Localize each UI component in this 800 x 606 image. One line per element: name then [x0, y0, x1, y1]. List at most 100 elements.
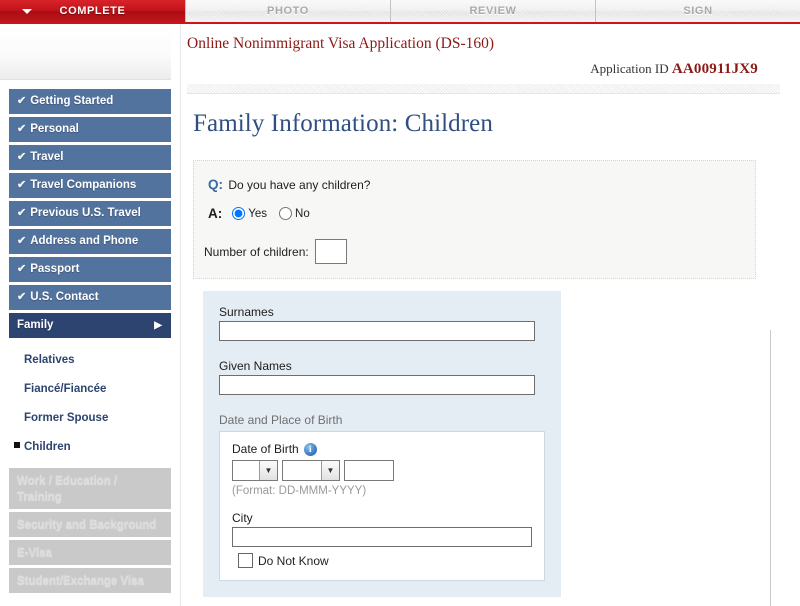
radio-has-children-yes-label: Yes: [248, 207, 268, 220]
radio-has-children-no[interactable]: No: [279, 207, 310, 220]
sidebar-item-address-and-phone[interactable]: ✔ Address and Phone: [9, 229, 171, 254]
sidebar-nav: ✔ Getting Started ✔ Personal ✔ Travel ✔ Trav…: [0, 80, 180, 593]
do-not-know-label: Do Not Know: [258, 553, 329, 568]
sidebar-item-label: Travel: [30, 151, 64, 163]
header-divider: [187, 84, 780, 94]
app-title: Online Nonimmigrant Visa Application (DS…: [187, 35, 495, 52]
question-row: Q: Do you have any children?: [208, 177, 755, 192]
logo-area: [0, 24, 171, 80]
sidebar-item-previous-us-travel[interactable]: ✔ Previous U.S. Travel: [9, 201, 171, 226]
sidebar-item-security-and-background: Security and Background: [9, 512, 171, 537]
question-panel: Q: Do you have any children? A: Yes No N…: [193, 160, 756, 279]
sidebar-subitem-label: Relatives: [24, 354, 75, 366]
child-details-form: Surnames Given Names Date and Place of B…: [203, 291, 561, 597]
application-id-value: AA00911JX9: [671, 61, 758, 77]
date-of-birth-row: ▼ ▼: [232, 460, 532, 481]
sidebar-item-e-visa: E-Visa: [9, 540, 171, 565]
surnames-input[interactable]: [219, 321, 535, 341]
sidebar-item-label: Getting Started: [30, 95, 114, 107]
sidebar-item-work-education-training: Work / Education / Training: [9, 468, 171, 509]
sidebar-item-passport[interactable]: ✔ Passport: [9, 257, 171, 282]
sidebar-item-getting-started[interactable]: ✔ Getting Started: [9, 89, 171, 114]
radio-has-children-yes[interactable]: Yes: [232, 207, 267, 220]
tab-sign[interactable]: SIGN: [595, 0, 800, 22]
chevron-down-icon: ▼: [321, 461, 339, 480]
tab-photo[interactable]: PHOTO: [185, 0, 390, 22]
check-icon: ✔: [17, 95, 27, 107]
given-names-input[interactable]: [219, 375, 535, 395]
check-icon: ✔: [17, 207, 27, 219]
sidebar-item-label: E-Visa: [17, 547, 52, 559]
question-marker: Q:: [208, 177, 223, 192]
check-icon: ✔: [17, 179, 27, 191]
date-of-birth-label-row: Date of Birth i: [232, 442, 532, 456]
radio-has-children-no-input[interactable]: [279, 207, 293, 220]
check-icon: ✔: [17, 291, 27, 303]
dob-day-select[interactable]: ▼: [232, 460, 278, 481]
check-icon: ✔: [17, 123, 27, 135]
info-icon[interactable]: i: [303, 442, 317, 456]
sidebar-subnav: Relatives Fiancé/Fiancée Former Spouse C…: [0, 341, 180, 468]
sidebar-subitem-relatives[interactable]: Relatives: [0, 346, 180, 375]
date-place-of-birth-box: Date of Birth i ▼ ▼ (Format: DD-MMM-YYYY…: [219, 431, 545, 581]
city-label: City: [232, 511, 253, 525]
chevron-right-icon: ▶: [154, 320, 162, 331]
check-icon: ✔: [17, 151, 27, 163]
check-icon: ✔: [17, 235, 27, 247]
tab-review-label: REVIEW: [469, 5, 517, 17]
sidebar-item-label: Student/Exchange Visa: [17, 575, 144, 587]
application-id-row: Application ID AA00911JX9: [187, 53, 800, 78]
tab-complete-label: COMPLETE: [59, 5, 126, 17]
dob-month-select[interactable]: ▼: [282, 460, 340, 481]
sidebar-subitem-label: Children: [24, 441, 71, 453]
date-and-place-of-birth-label: Date and Place of Birth: [219, 413, 343, 427]
sidebar-item-travel[interactable]: ✔ Travel: [9, 145, 171, 170]
sidebar-item-family[interactable]: Family ▶: [9, 313, 171, 338]
chevron-down-icon: ▼: [259, 461, 277, 480]
number-of-children-input[interactable]: [314, 239, 347, 264]
sidebar-item-label: Family: [17, 319, 54, 331]
sidebar-item-label: Previous U.S. Travel: [30, 207, 141, 219]
sidebar-item-personal[interactable]: ✔ Personal: [9, 117, 171, 142]
given-names-label: Given Names: [219, 359, 292, 373]
application-id-label: Application ID: [590, 61, 669, 76]
sidebar: ✔ Getting Started ✔ Personal ✔ Travel ✔ Trav…: [0, 24, 180, 606]
page-body: ✔ Getting Started ✔ Personal ✔ Travel ✔ Trav…: [0, 24, 800, 606]
tab-sign-label: SIGN: [683, 5, 713, 17]
page-title: Family Information: Children: [193, 110, 493, 137]
sidebar-item-label: Personal: [30, 123, 79, 135]
sidebar-subitem-children[interactable]: Children: [0, 433, 180, 462]
sidebar-subitem-label: Former Spouse: [24, 412, 109, 424]
answer-row: A: Yes No: [208, 206, 755, 221]
sidebar-item-label: Work / Education / Training: [17, 475, 118, 503]
vertical-rule: [770, 330, 771, 606]
sidebar-item-student-exchange-visa: Student/Exchange Visa: [9, 568, 171, 593]
number-of-children-label: Number of children:: [204, 244, 309, 259]
surnames-label: Surnames: [219, 305, 274, 319]
dob-year-input[interactable]: [344, 460, 394, 481]
sidebar-item-label: U.S. Contact: [30, 291, 99, 303]
tab-review[interactable]: REVIEW: [390, 0, 595, 22]
date-format-hint: (Format: DD-MMM-YYYY): [232, 485, 367, 497]
date-of-birth-label: Date of Birth: [232, 442, 299, 456]
tab-complete[interactable]: COMPLETE: [0, 0, 185, 22]
do-not-know-checkbox-row[interactable]: Do Not Know: [232, 553, 532, 568]
sidebar-item-label: Security and Background: [17, 519, 157, 531]
sidebar-item-us-contact[interactable]: ✔ U.S. Contact: [9, 285, 171, 310]
check-icon: ✔: [17, 263, 27, 275]
radio-has-children-yes-input[interactable]: [232, 207, 246, 220]
question-text: Do you have any children?: [228, 178, 371, 192]
sidebar-subitem-former-spouse[interactable]: Former Spouse: [0, 404, 180, 433]
sidebar-item-travel-companions[interactable]: ✔ Travel Companions: [9, 173, 171, 198]
sidebar-subitem-label: Fiancé/Fiancée: [24, 383, 107, 395]
city-input[interactable]: [232, 527, 532, 547]
sidebar-subitem-fiance[interactable]: Fiancé/Fiancée: [0, 375, 180, 404]
top-tab-bar: COMPLETE PHOTO REVIEW SIGN: [0, 0, 800, 24]
sidebar-item-label: Travel Companions: [30, 179, 137, 191]
tab-photo-label: PHOTO: [267, 5, 309, 17]
sidebar-item-label: Passport: [30, 263, 80, 275]
radio-has-children-no-label: No: [295, 207, 310, 220]
checkbox-icon[interactable]: [238, 553, 253, 568]
main-content: Online Nonimmigrant Visa Application (DS…: [180, 24, 800, 606]
sidebar-item-label: Address and Phone: [30, 235, 139, 247]
